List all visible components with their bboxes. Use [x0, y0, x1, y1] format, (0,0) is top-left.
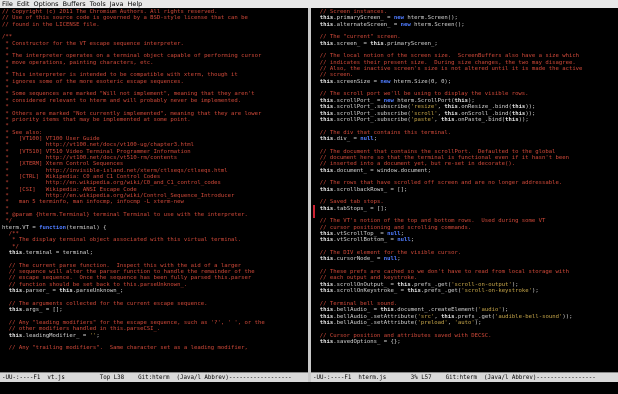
editor-pane-left[interactable]: // Copyright (c) 2011 The Chromium Autho… — [0, 8, 308, 382]
echo-area[interactable] — [0, 382, 618, 394]
code-buffer-hterm-js[interactable]: // Screen instances. this.primaryScreen_… — [311, 8, 618, 352]
menu-bar: File Edit Options Buffers Tools Java Help — [0, 0, 618, 8]
code-buffer-vt-js[interactable]: // Copyright (c) 2011 The Chromium Autho… — [0, 8, 308, 352]
mode-line-right[interactable]: -UU-:----F1 hterm.js 3% L57 Git:hterm (J… — [311, 372, 618, 382]
menu-tools[interactable]: Tools — [90, 0, 106, 8]
editor-pane-right[interactable]: // Screen instances. this.primaryScreen_… — [311, 8, 618, 382]
menu-edit[interactable]: Edit — [17, 0, 30, 8]
menu-help[interactable]: Help — [127, 0, 142, 8]
menu-buffers[interactable]: Buffers — [63, 0, 86, 8]
menu-options[interactable]: Options — [33, 0, 58, 8]
code-line: // The local notion of the screen size. … — [313, 53, 580, 60]
mode-line-left[interactable]: -UU-:----F1 vt.js Top L38 Git:hterm (Jav… — [0, 372, 308, 382]
code-line: // Any "trailing modifiers". Same charac… — [2, 345, 248, 352]
code-line: // Also, the inactive screen's size is n… — [313, 66, 583, 73]
fringe-marker — [313, 205, 315, 218]
menu-file[interactable]: File — [2, 0, 13, 8]
menu-java[interactable]: Java — [110, 0, 124, 8]
